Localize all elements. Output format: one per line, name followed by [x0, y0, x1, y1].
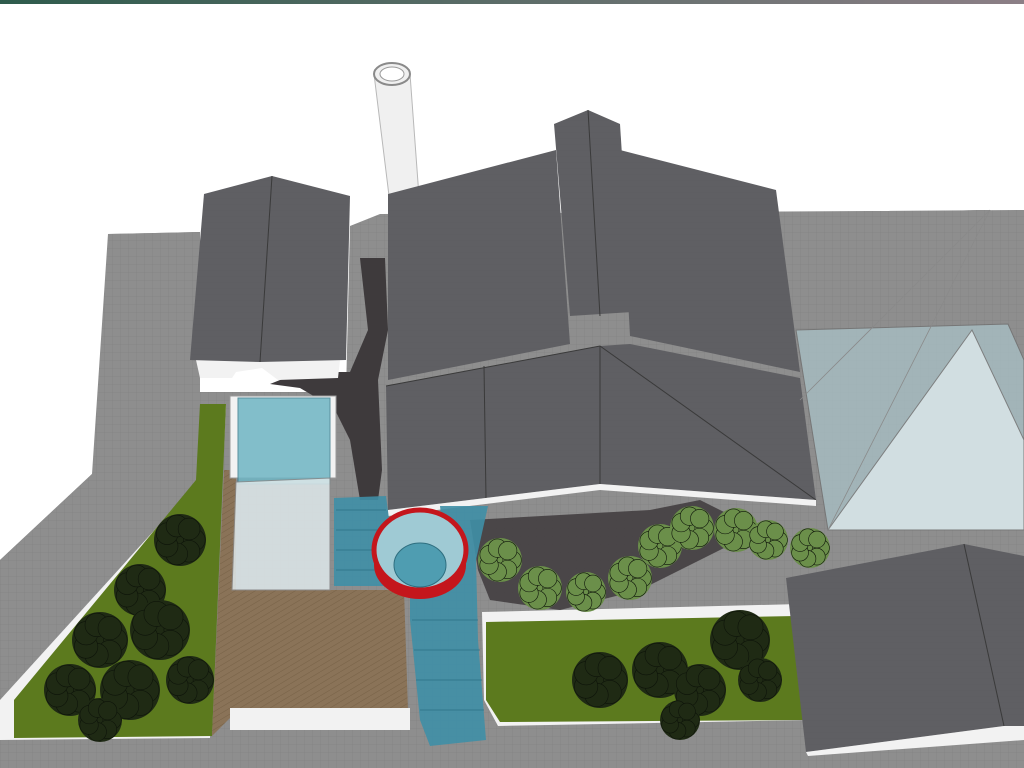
shrub: [478, 538, 522, 582]
tree: [166, 656, 214, 704]
shrub: [608, 556, 652, 600]
tree: [78, 698, 122, 742]
left-house: [190, 175, 350, 380]
tree: [130, 600, 190, 660]
tree: [660, 700, 700, 740]
tree: [738, 658, 782, 702]
site-model-drawing: [0, 62, 1024, 768]
tree: [72, 612, 128, 668]
tree: [154, 514, 206, 566]
site-model-render: [0, 0, 1024, 768]
glass-cube: [229, 395, 337, 591]
shrub: [566, 572, 606, 612]
shrub: [518, 566, 562, 610]
shrub: [670, 506, 714, 550]
shrub: [790, 528, 830, 568]
shrub: [748, 520, 788, 560]
lower-right-house: [786, 543, 1024, 756]
main-house: [385, 109, 817, 516]
red-fountain-ring: [371, 507, 469, 599]
tree: [572, 652, 628, 708]
